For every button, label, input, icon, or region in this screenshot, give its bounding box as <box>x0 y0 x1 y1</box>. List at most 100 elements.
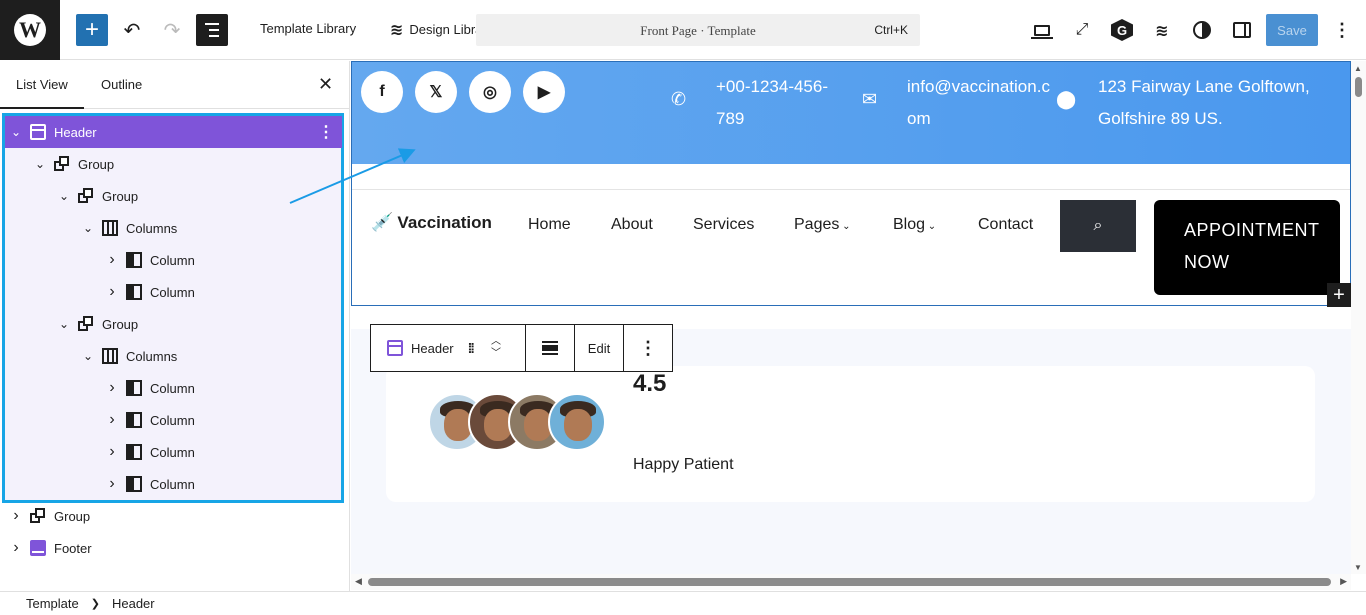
list-view-item-label: Footer <box>54 540 92 556</box>
laptop-icon <box>1031 24 1053 39</box>
phone-number: +00-1234-456-789 <box>716 77 829 128</box>
breadcrumb: Template ❯ Header <box>0 591 1366 615</box>
nav-about[interactable]: About <box>611 216 653 234</box>
chevron-down-icon[interactable]: ⌄ <box>56 189 72 203</box>
plugin-g-button[interactable]: G <box>1106 14 1138 46</box>
nav-services[interactable]: Services <box>693 216 754 234</box>
more-vertical-icon[interactable]: ⋮ <box>318 122 334 142</box>
chevron-down-icon[interactable]: ﹀ <box>491 348 501 360</box>
appointment-button[interactable]: APPOINTMENT NOW <box>1154 200 1340 295</box>
search-button[interactable]: ⌕ <box>1060 200 1136 252</box>
add-block-after-button[interactable]: + <box>1327 283 1351 307</box>
footer-block-icon <box>30 540 46 556</box>
list-view-item-footer[interactable]: › Footer <box>0 532 340 564</box>
chevron-right-icon[interactable]: › <box>104 443 120 461</box>
canvas-vertical-scrollbar[interactable]: ▲ ▼ <box>1351 61 1366 574</box>
list-view-item-column[interactable]: › Column <box>0 436 340 468</box>
wordpress-logo-button[interactable]: W <box>0 0 60 60</box>
template-library-link[interactable]: Template Library <box>260 21 356 36</box>
redo-button[interactable]: ↷ <box>158 14 186 46</box>
scroll-thumb[interactable] <box>1355 77 1362 97</box>
list-view-item-group[interactable]: › Group <box>0 500 340 532</box>
chevron-down-icon[interactable]: ⌄ <box>8 125 24 139</box>
group-block-icon <box>54 156 70 172</box>
breadcrumb-header[interactable]: Header <box>112 596 155 611</box>
more-vertical-icon: ⋮ <box>1333 19 1351 40</box>
list-view-item-group[interactable]: ⌄ Group <box>0 180 340 212</box>
list-view-item-group[interactable]: ⌄ Group <box>0 308 340 340</box>
chevron-down-icon: ⌄ <box>925 221 937 232</box>
chevron-down-icon[interactable]: ⌄ <box>32 157 48 171</box>
list-view-item-columns[interactable]: ⌄ Columns <box>0 340 340 372</box>
chevron-down-icon[interactable]: ⌄ <box>80 221 96 235</box>
canvas-horizontal-scrollbar[interactable]: ◀ ▶ <box>351 574 1351 590</box>
list-view-item-header[interactable]: ⌄ Header ⋮ <box>5 116 342 148</box>
chevron-right-icon[interactable]: › <box>104 475 120 493</box>
site-logo[interactable]: 💉 Vaccination <box>371 212 492 233</box>
list-view-item-column[interactable]: › Column <box>0 372 340 404</box>
close-icon[interactable]: ✕ <box>318 74 333 95</box>
styles-button[interactable] <box>1186 14 1218 46</box>
chevron-down-icon[interactable]: ⌄ <box>80 349 96 363</box>
search-icon: ⌕ <box>1093 217 1103 234</box>
move-buttons[interactable]: ︿ ﹀ <box>491 336 501 360</box>
drag-handle-icon[interactable]: ⁞⁞ <box>468 340 475 356</box>
document-overview-button[interactable] <box>196 14 228 46</box>
undo-button[interactable]: ↶ <box>118 14 146 46</box>
chevron-right-icon[interactable]: › <box>104 251 120 269</box>
settings-sidebar-button[interactable] <box>1226 14 1258 46</box>
chevron-right-icon[interactable]: › <box>104 411 120 429</box>
x-twitter-icon[interactable]: 𝕏 <box>415 71 457 113</box>
nav-pages[interactable]: Pages ⌄ <box>794 216 851 234</box>
header-top-strip: f 𝕏 ◎ ▶ ✆ +00-1234-456-789 ✉ info@vaccin… <box>351 61 1351 164</box>
nav-contact[interactable]: Contact <box>978 216 1033 234</box>
list-view-item-group[interactable]: ⌄ Group <box>0 148 340 180</box>
scroll-up-icon[interactable]: ▲ <box>1354 64 1362 73</box>
nav-home[interactable]: Home <box>528 216 571 234</box>
scroll-down-icon[interactable]: ▼ <box>1354 563 1362 572</box>
list-view-item-column[interactable]: › Column <box>0 468 340 500</box>
chevron-right-icon[interactable]: › <box>104 379 120 397</box>
list-view-item-label: Group <box>102 188 139 204</box>
instagram-icon[interactable]: ◎ <box>469 71 511 113</box>
options-button[interactable]: ⋮ <box>1326 14 1358 46</box>
column-block-icon <box>126 380 142 396</box>
align-button[interactable] <box>526 325 575 371</box>
youtube-icon[interactable]: ▶ <box>523 71 565 113</box>
scroll-left-icon[interactable]: ◀ <box>355 576 362 587</box>
tab-list-view[interactable]: List View <box>0 77 84 109</box>
chevron-right-icon[interactable]: › <box>8 539 24 557</box>
command-palette-bar[interactable]: Front Page · Template Ctrl+K <box>476 14 920 46</box>
edit-button[interactable]: Edit <box>575 325 624 371</box>
tab-outline[interactable]: Outline <box>101 77 142 92</box>
block-switcher[interactable]: Header ⁞⁞ ︿ ﹀ <box>371 325 526 371</box>
nav-blog-label: Blog <box>893 216 926 233</box>
list-view-item-columns[interactable]: ⌄ Columns <box>0 212 340 244</box>
contrast-icon <box>1193 21 1211 39</box>
block-name: Header <box>411 340 454 356</box>
nav-blog[interactable]: Blog ⌄ <box>893 216 936 234</box>
editor-canvas[interactable]: f 𝕏 ◎ ▶ ✆ +00-1234-456-789 ✉ info@vaccin… <box>351 61 1351 574</box>
save-button[interactable]: Save <box>1266 14 1318 46</box>
fullscreen-button[interactable]: ⤢ <box>1066 14 1098 46</box>
list-view-item-column[interactable]: › Column <box>0 404 340 436</box>
list-view-item-column[interactable]: › Column <box>0 276 340 308</box>
list-view-item-column[interactable]: › Column <box>0 244 340 276</box>
column-block-icon <box>126 412 142 428</box>
scroll-thumb[interactable] <box>368 578 1331 586</box>
document-title: Front Page · Template <box>640 23 756 38</box>
block-options-button[interactable]: ⋮ <box>624 325 672 371</box>
chevron-right-icon[interactable]: › <box>8 507 24 525</box>
street-address: 123 Fairway Lane Golftown, Golfshire 89 … <box>1098 77 1310 128</box>
chevron-down-icon[interactable]: ⌄ <box>56 317 72 331</box>
stackable-button[interactable]: ≋ <box>1146 14 1178 46</box>
header-block-icon <box>387 340 403 356</box>
chevron-up-icon[interactable]: ︿ <box>491 336 501 348</box>
list-view-item-label: Column <box>150 412 195 428</box>
facebook-icon[interactable]: f <box>361 71 403 113</box>
breadcrumb-template[interactable]: Template <box>26 596 79 611</box>
scroll-right-icon[interactable]: ▶ <box>1340 576 1347 587</box>
preview-device-button[interactable] <box>1026 14 1058 46</box>
add-block-button[interactable]: + <box>76 14 108 46</box>
chevron-right-icon[interactable]: › <box>104 283 120 301</box>
